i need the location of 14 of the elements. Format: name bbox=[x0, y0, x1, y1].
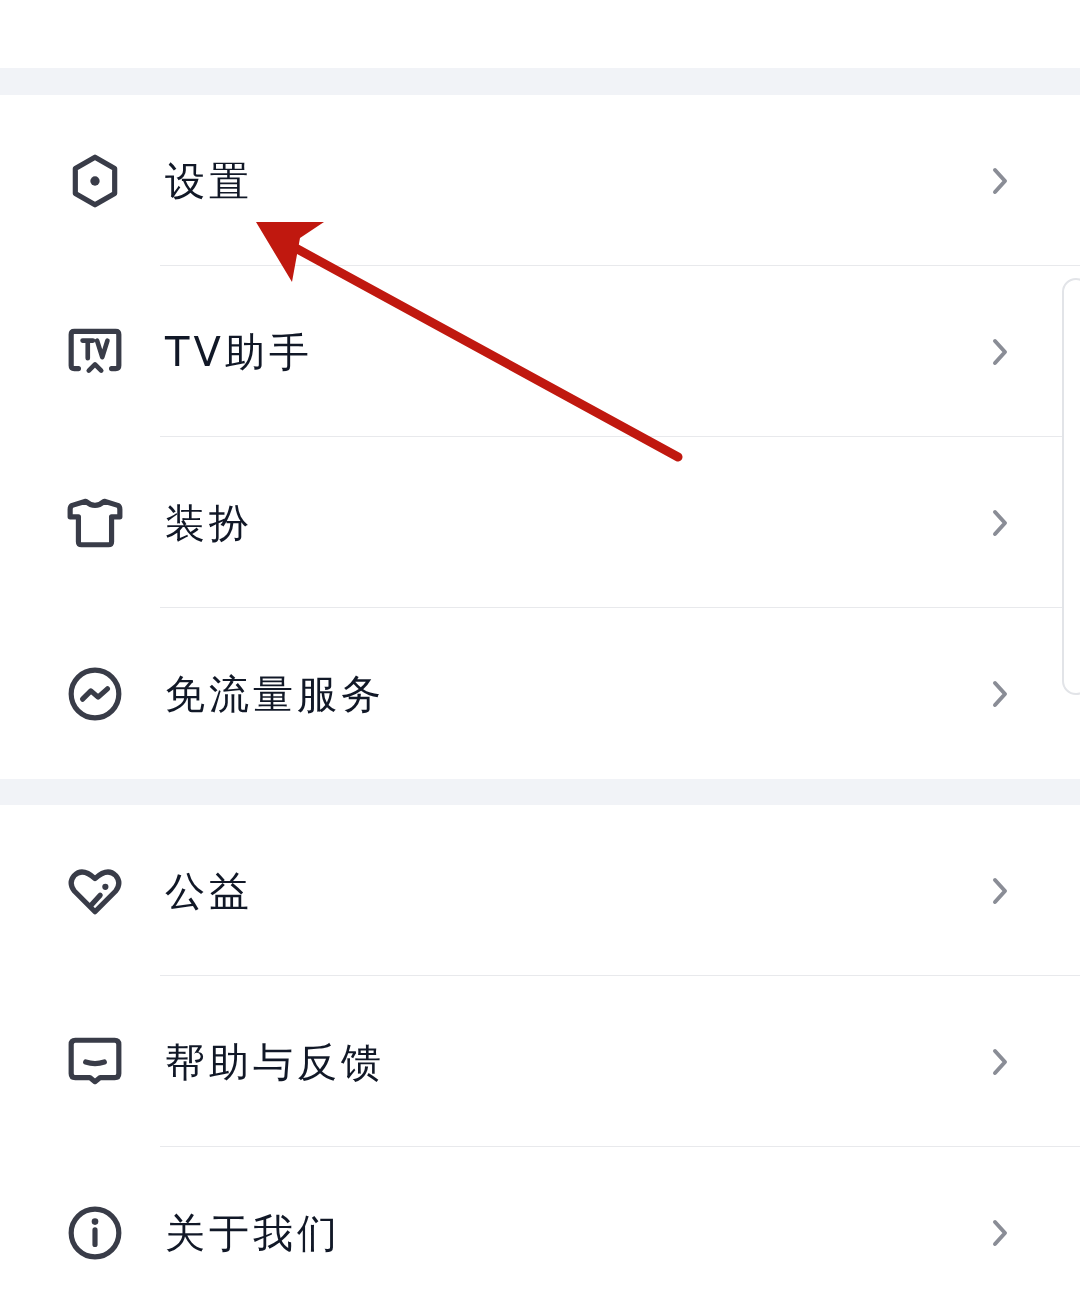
chevron-icon bbox=[992, 508, 1008, 537]
menu-label: 装扮 bbox=[165, 498, 254, 548]
menu-label: 公益 bbox=[165, 866, 254, 916]
menu-label: TV助手 bbox=[165, 327, 314, 377]
menu-label: 帮助与反馈 bbox=[165, 1037, 386, 1087]
chevron-icon bbox=[992, 1047, 1008, 1076]
chevron-icon bbox=[992, 166, 1008, 195]
menu-label: 免流量服务 bbox=[165, 669, 386, 719]
chevron-icon bbox=[992, 1218, 1008, 1247]
chevron-icon bbox=[992, 679, 1008, 708]
chevron-icon bbox=[992, 337, 1008, 366]
menu-label: 关于我们 bbox=[165, 1208, 342, 1258]
chevron-icon bbox=[992, 876, 1008, 905]
menu-label: 设置 bbox=[165, 156, 254, 206]
